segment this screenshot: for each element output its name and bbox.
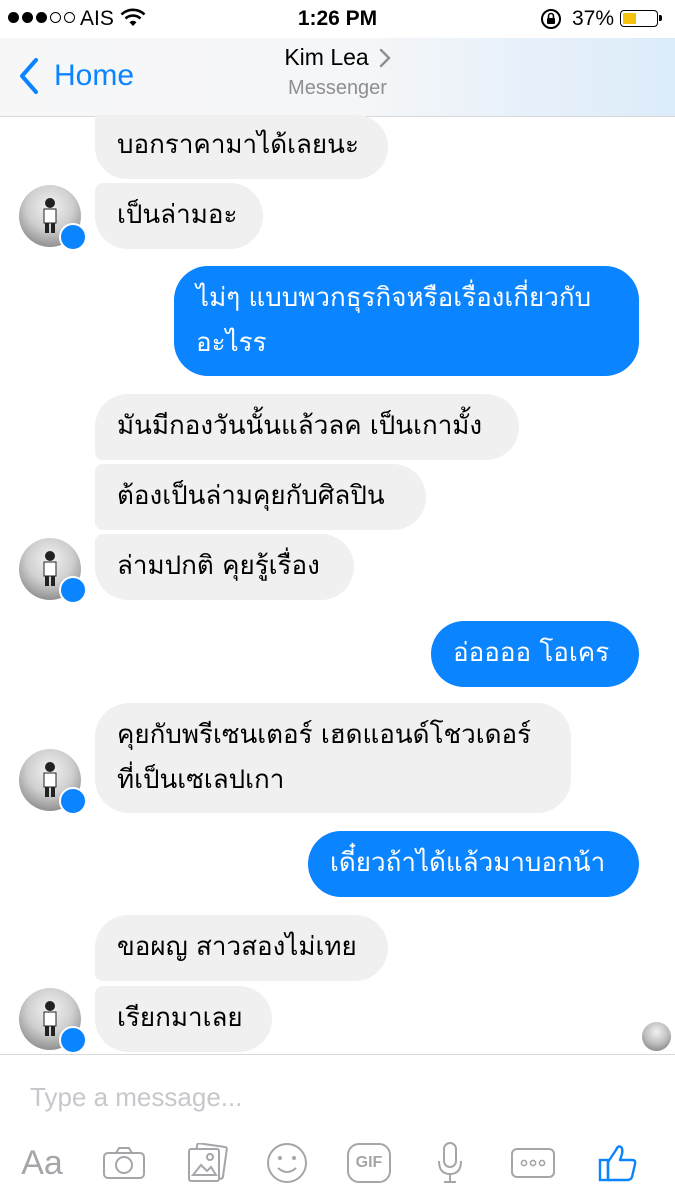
microphone-icon bbox=[438, 1142, 462, 1183]
contact-avatar[interactable] bbox=[19, 749, 87, 815]
gif-icon: GIF bbox=[347, 1143, 391, 1183]
composer-toolbar: Aa GIF bbox=[0, 1137, 675, 1193]
gif-button[interactable]: GIF bbox=[344, 1137, 394, 1189]
incoming-message[interactable]: บอกราคามาได้เลยนะ bbox=[95, 115, 388, 179]
incoming-message[interactable]: คุยกับพรีเซนเตอร์ เฮดแอนด์โชวเดอร์ ที่เป… bbox=[95, 703, 571, 813]
more-icon bbox=[511, 1148, 555, 1178]
photo-gallery-icon bbox=[188, 1143, 228, 1182]
read-receipt-avatar bbox=[642, 1022, 671, 1051]
gif-label: GIF bbox=[355, 1154, 383, 1171]
status-bar: AIS 1:26 PM 37% bbox=[0, 0, 675, 38]
camera-icon bbox=[103, 1147, 145, 1179]
thumbs-up-icon bbox=[598, 1145, 637, 1182]
conversation-header[interactable]: Kim Lea Messenger bbox=[0, 44, 675, 100]
gallery-button[interactable] bbox=[183, 1137, 231, 1189]
chevron-right-icon bbox=[379, 48, 391, 67]
conversation-subtitle: Messenger bbox=[288, 77, 387, 99]
contact-avatar[interactable] bbox=[19, 988, 87, 1054]
messenger-badge-icon bbox=[59, 223, 87, 251]
outgoing-message[interactable]: ไม่ๆ แบบพวกธุรกิจหรือเรื่องเกี่ยวกับ อะไ… bbox=[174, 266, 639, 376]
contact-name: Kim Lea bbox=[284, 44, 369, 70]
camera-button[interactable] bbox=[100, 1137, 148, 1189]
message-input[interactable] bbox=[30, 1077, 630, 1117]
voice-button[interactable] bbox=[432, 1137, 468, 1189]
message-composer: Aa GIF bbox=[0, 1054, 675, 1201]
incoming-message[interactable]: ล่ามปกติ คุยรู้เรื่อง bbox=[95, 534, 354, 600]
incoming-message[interactable]: ขอผญ สาวสองไม่เทย bbox=[95, 915, 388, 981]
incoming-message[interactable]: มันมีกองวันนั้นแล้วลค เป็นเกามั้ง bbox=[95, 394, 519, 460]
messenger-badge-icon bbox=[59, 576, 87, 604]
outgoing-message[interactable]: อ่ออออ โอเคร bbox=[431, 621, 639, 687]
outgoing-message[interactable]: เดี๋ยวถ้าได้แล้วมาบอกน้า bbox=[308, 831, 639, 897]
navigation-bar: Home Kim Lea Messenger bbox=[0, 38, 675, 117]
battery-icon bbox=[620, 10, 662, 27]
incoming-message[interactable]: ต้องเป็นล่ามคุยกับศิลปิน bbox=[95, 464, 426, 530]
contact-avatar[interactable] bbox=[19, 538, 87, 604]
more-options-button[interactable] bbox=[508, 1137, 558, 1189]
emoji-button[interactable] bbox=[264, 1137, 310, 1189]
like-button[interactable] bbox=[594, 1137, 642, 1189]
text-format-label: Aa bbox=[21, 1143, 63, 1182]
messenger-badge-icon bbox=[59, 787, 87, 815]
incoming-message[interactable]: เป็นล่ามอะ bbox=[95, 183, 263, 249]
rotation-lock-icon bbox=[541, 9, 561, 29]
text-format-button[interactable]: Aa bbox=[14, 1137, 70, 1189]
messenger-badge-icon bbox=[59, 1026, 87, 1054]
smiley-icon bbox=[267, 1143, 307, 1183]
contact-avatar[interactable] bbox=[19, 185, 87, 251]
incoming-message[interactable]: เรียกมาเลย bbox=[95, 986, 272, 1052]
battery-percent: 37% bbox=[572, 7, 615, 30]
